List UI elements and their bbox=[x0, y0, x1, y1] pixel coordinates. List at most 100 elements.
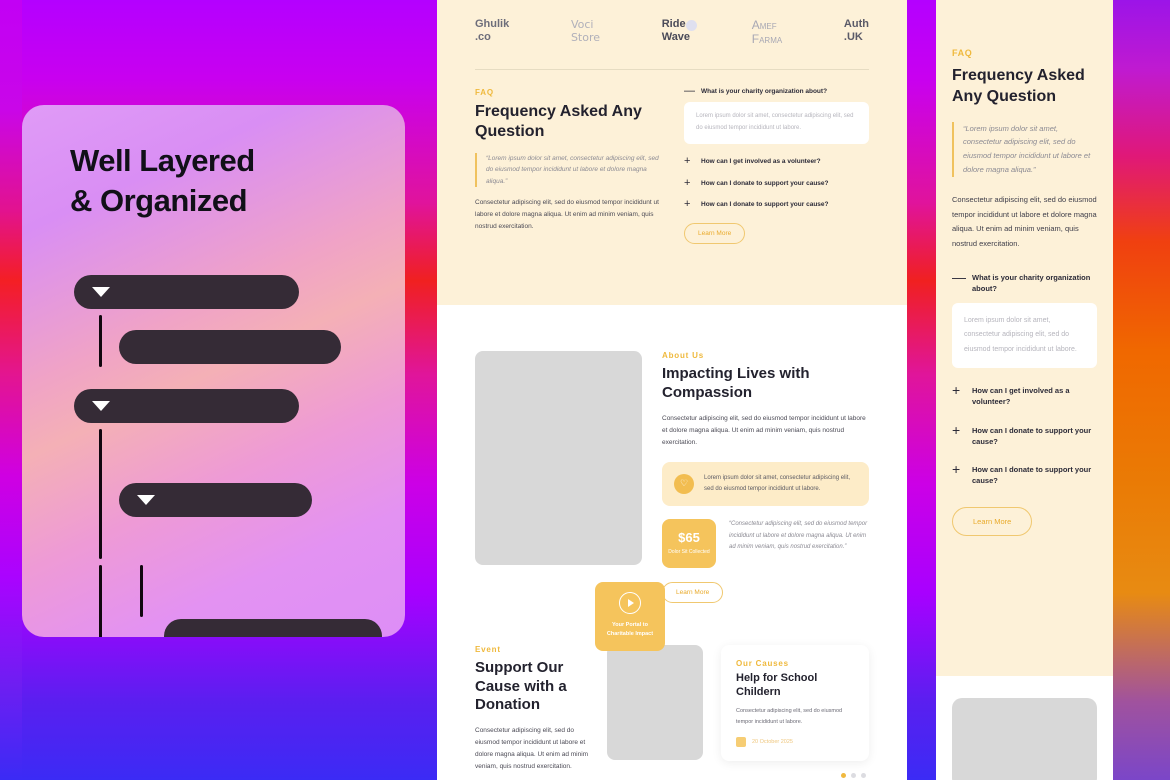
donation-label: Dolor Sit Collected bbox=[668, 549, 710, 556]
mobile-learn-more-button[interactable]: Learn More bbox=[952, 506, 1033, 536]
accordion-question: How can I get involved as a volunteer? bbox=[701, 157, 821, 165]
faq-eyebrow: FAQ bbox=[475, 87, 494, 97]
mobile-title-line-2: Any Question bbox=[952, 87, 1057, 105]
about-body: Consectetur adipiscing elit, sed do eius… bbox=[662, 414, 866, 446]
brand-logo-row: Ghulik .co Voci Store Ride Wave Amef Far… bbox=[437, 0, 907, 47]
carousel-dot[interactable] bbox=[861, 772, 866, 778]
chevron-down-icon[interactable] bbox=[92, 401, 110, 411]
layer-row[interactable] bbox=[74, 389, 394, 423]
accordion-item-1[interactable]: + How can I get involved as a volunteer? bbox=[684, 154, 869, 167]
mobile-faq-heading: Frequency Asked Any Question bbox=[952, 66, 1097, 108]
brand-line-1: Ride bbox=[661, 18, 686, 30]
donation-quote: “Consectetur adipiscing elit, sed do eiu… bbox=[729, 521, 868, 551]
chevron-down-icon[interactable] bbox=[92, 287, 110, 297]
mobile-accordion-question: What is your charity organization about? bbox=[972, 272, 1091, 293]
plus-icon: + bbox=[952, 461, 961, 478]
brand-line-1: Voci bbox=[570, 18, 594, 31]
play-icon bbox=[619, 592, 641, 615]
plus-icon: + bbox=[952, 382, 961, 399]
plus-icon: + bbox=[684, 154, 691, 167]
mobile-accordion-item-2[interactable]: + How can I donate to support your cause… bbox=[952, 421, 1097, 448]
about-note-text: Lorem ipsum dolor sit amet, consectetur … bbox=[704, 474, 851, 492]
accordion-item-open[interactable]: — What is your charity organization abou… bbox=[684, 85, 869, 144]
calendar-icon bbox=[736, 736, 746, 747]
brand-line-1: Ghulik bbox=[475, 18, 510, 30]
brand-logo-ride-wave[interactable]: Ride Wave bbox=[661, 18, 698, 44]
brand-logo-amef-farma[interactable]: Amef Farma bbox=[752, 18, 782, 47]
brand-line-2: .UK bbox=[843, 31, 863, 44]
accordion-header: — What is your charity organization abou… bbox=[684, 85, 869, 96]
faq-section: Ghulik .co Voci Store Ride Wave Amef Far… bbox=[437, 0, 907, 305]
layer-bar[interactable] bbox=[74, 275, 299, 309]
mobile-faq-quote: “Lorem ipsum dolor sit amet, consectetur… bbox=[952, 121, 1097, 178]
accordion-question: What is your charity organization about? bbox=[701, 87, 828, 95]
mobile-preview-panel: FAQ Frequency Asked Any Question “Lorem … bbox=[936, 0, 1113, 780]
event-heading: Support Our Cause with a Donation bbox=[475, 658, 567, 714]
layer-bar[interactable] bbox=[74, 389, 299, 423]
layer-bar[interactable] bbox=[119, 483, 312, 517]
well-layered-card: Well Layered & Organized bbox=[22, 105, 405, 637]
carousel-dot[interactable] bbox=[851, 772, 856, 778]
layer-bar[interactable] bbox=[164, 619, 382, 637]
brand-logo-ghulik[interactable]: Ghulik .co bbox=[475, 18, 509, 44]
layer-tree bbox=[74, 275, 394, 637]
layer-row[interactable] bbox=[74, 565, 394, 637]
layer-guide-line bbox=[99, 315, 102, 367]
layer-row[interactable] bbox=[74, 275, 394, 309]
plus-icon: + bbox=[684, 176, 691, 189]
mobile-title-line-1: Frequency Asked bbox=[952, 67, 1085, 84]
event-eyebrow: Event bbox=[475, 644, 501, 654]
mobile-accordion-question: How can I donate to support your cause? bbox=[972, 425, 1092, 446]
plus-icon: + bbox=[952, 421, 961, 438]
donation-amount: $65 bbox=[678, 530, 700, 546]
donation-amount-card: $65 Dolor Sit Collected bbox=[662, 519, 716, 568]
event-image-placeholder bbox=[607, 644, 703, 760]
about-heading: Impacting Lives with Compassion bbox=[662, 365, 810, 401]
accordion-item-3[interactable]: + How can I donate to support your cause… bbox=[684, 198, 869, 211]
accordion-question: How can I donate to support your cause? bbox=[701, 201, 829, 209]
brand-line-2: .co bbox=[475, 31, 491, 44]
about-eyebrow: About Us bbox=[662, 351, 704, 360]
mobile-accordion-header: — What is your charity organization abou… bbox=[952, 268, 1097, 295]
accordion-question: How can I donate to support your cause? bbox=[701, 179, 829, 187]
about-image-placeholder bbox=[475, 351, 642, 565]
mobile-accordion-item-open[interactable]: — What is your charity organization abou… bbox=[952, 268, 1097, 369]
brand-line-2: Wave bbox=[661, 31, 691, 44]
mobile-accordion-item-1[interactable]: + How can I get involved as a volunteer? bbox=[952, 382, 1097, 408]
faq-body: Consectetur adipiscing elit, sed do eius… bbox=[475, 198, 659, 230]
mobile-accordion-question: How can I get involved as a volunteer? bbox=[972, 386, 1070, 407]
layer-guide-line bbox=[99, 429, 102, 559]
brand-logo-auth-uk[interactable]: Auth .UK bbox=[844, 18, 869, 44]
headline-line-1: Well Layered bbox=[70, 143, 255, 178]
chevron-down-icon[interactable] bbox=[137, 495, 155, 505]
video-badge[interactable]: Your Portal to Charitable Impact bbox=[595, 582, 665, 651]
brand-line-1: Amef bbox=[751, 18, 777, 32]
accordion-answer: Lorem ipsum dolor sit amet, consectetur … bbox=[684, 102, 869, 144]
carousel-dots[interactable] bbox=[841, 772, 869, 778]
faq-learn-more-button[interactable]: Learn More bbox=[684, 222, 746, 244]
minus-icon: — bbox=[952, 268, 966, 285]
event-body: Consectetur adipiscing elit, sed do eius… bbox=[475, 727, 589, 771]
mobile-accordion-item-3[interactable]: + How can I donate to support your cause… bbox=[952, 461, 1097, 487]
video-badge-label: Your Portal to Charitable Impact bbox=[606, 622, 654, 638]
about-note-card: ♡ Lorem ipsum dolor sit amet, consectetu… bbox=[662, 461, 869, 507]
plus-icon: + bbox=[684, 198, 691, 211]
event-section: Event Support Our Cause with a Donation … bbox=[437, 603, 907, 780]
faq-quote: “Lorem ipsum dolor sit amet, consectetur… bbox=[475, 152, 660, 187]
layer-row[interactable] bbox=[74, 315, 394, 367]
about-learn-more-button[interactable]: Learn More bbox=[662, 581, 724, 603]
cause-card[interactable]: Our Causes Help for School Childern Cons… bbox=[721, 644, 869, 761]
mobile-faq-section: FAQ Frequency Asked Any Question “Lorem … bbox=[936, 0, 1113, 676]
faq-accordion: — What is your charity organization abou… bbox=[684, 85, 869, 244]
layer-bar[interactable] bbox=[119, 330, 341, 364]
brand-line-2: Farma bbox=[751, 32, 783, 47]
layer-row[interactable] bbox=[74, 429, 394, 559]
cause-date: 20 October 2025 bbox=[752, 738, 793, 745]
brand-logo-voci-store[interactable]: Voci Store bbox=[571, 18, 600, 44]
left-gradient-edge bbox=[0, 0, 22, 780]
headline-line-2: & Organized bbox=[70, 182, 248, 218]
cause-date-row: 20 October 2025 bbox=[736, 736, 854, 747]
carousel-dot[interactable] bbox=[841, 772, 846, 778]
layer-guide-line bbox=[99, 565, 102, 637]
accordion-item-2[interactable]: + How can I donate to support your cause… bbox=[684, 176, 869, 189]
